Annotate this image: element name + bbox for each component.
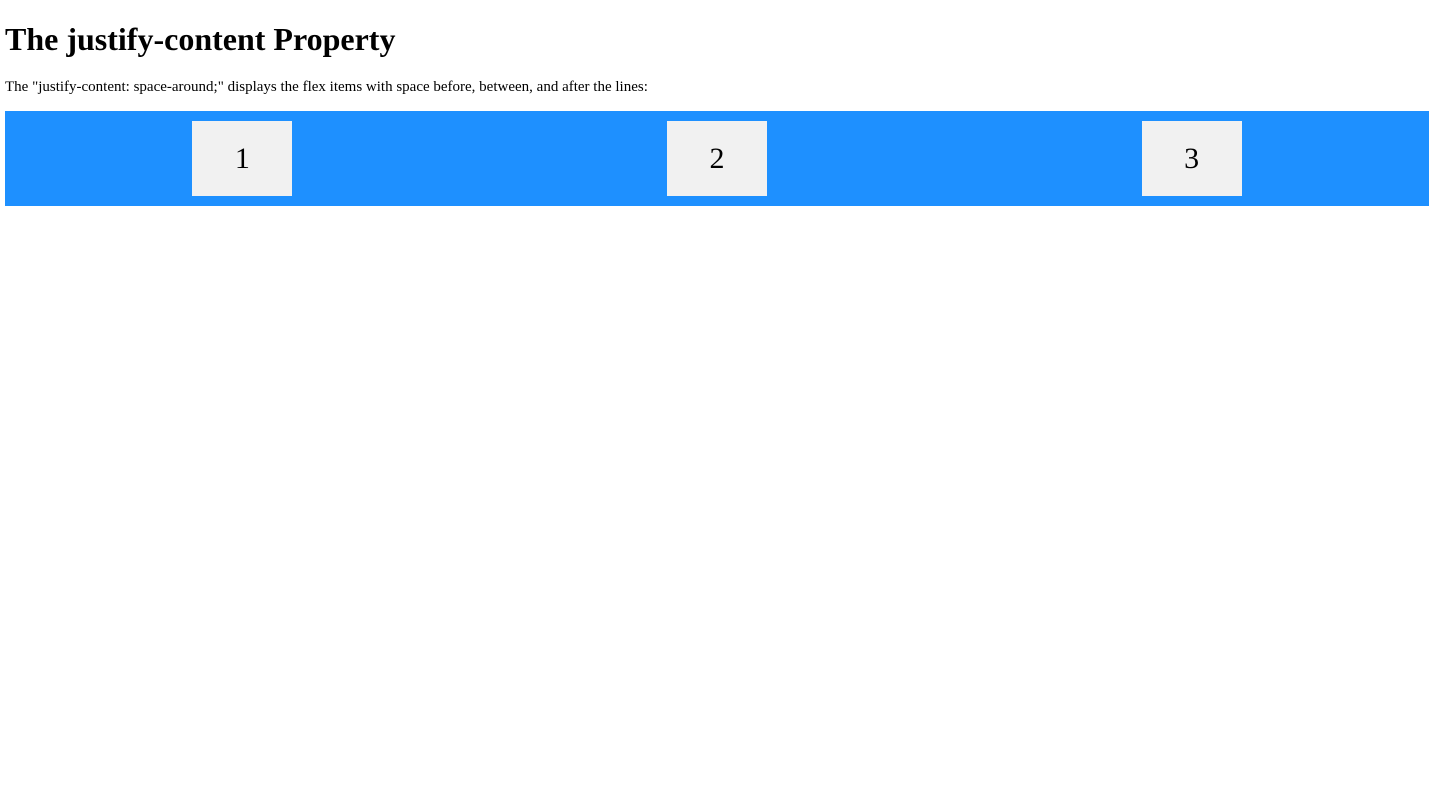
- flex-item-1: 1: [192, 121, 293, 196]
- page-title: The justify-content Property: [5, 21, 396, 57]
- page-description: The "justify-content: space-around;" dis…: [5, 79, 648, 95]
- flex-item-3: 3: [1141, 121, 1242, 196]
- flex-container: 1 2 3: [5, 111, 1429, 206]
- flex-item-2: 2: [666, 121, 767, 196]
- page: The justify-content Property The "justif…: [0, 0, 1434, 206]
